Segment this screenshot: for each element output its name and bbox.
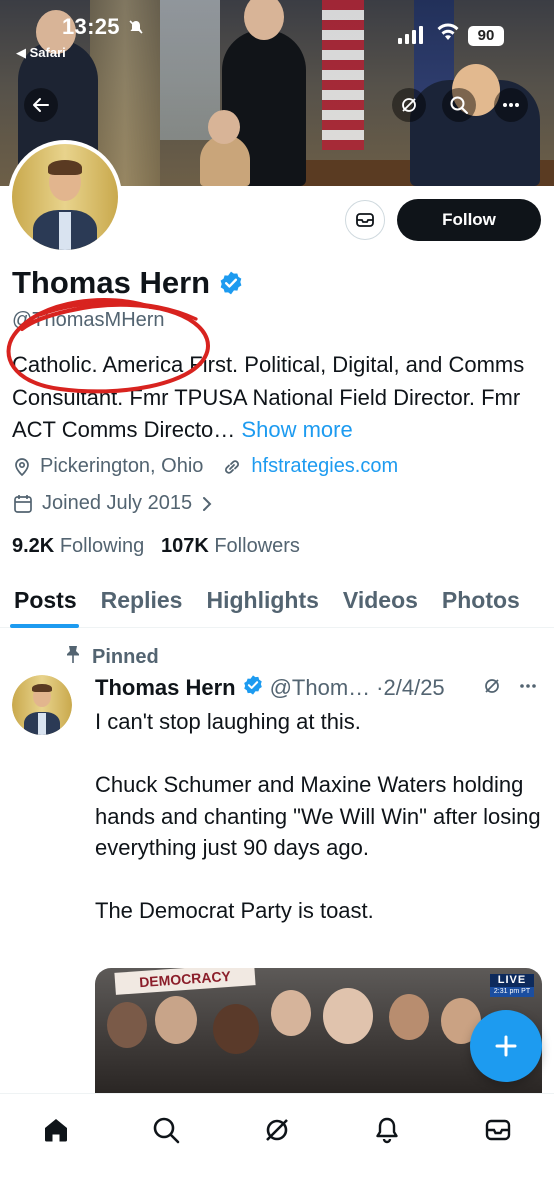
post-author-handle: @Thom…	[269, 675, 371, 700]
nav-notifications[interactable]	[367, 1110, 407, 1150]
tab-highlights[interactable]: Highlights	[194, 572, 330, 628]
location-pin-icon	[12, 457, 32, 477]
home-icon	[45, 1119, 67, 1142]
live-badge: LIVE 2:31 pm PT	[490, 974, 534, 997]
avatar-image	[12, 675, 72, 735]
media-sign: DEMOCRACY	[114, 968, 256, 995]
post-author-avatar[interactable]	[12, 675, 72, 735]
mute-bell-icon	[128, 19, 144, 38]
calendar-icon	[12, 493, 34, 515]
tab-photos[interactable]: Photos	[430, 572, 532, 628]
following-link[interactable]: 9.2K Following	[12, 535, 144, 557]
live-time: 2:31 pm PT	[490, 987, 534, 997]
followers-count: 107K	[160, 535, 209, 557]
back-to-safari-link[interactable]: ◀ Safari	[16, 45, 66, 61]
bottom-navigation	[0, 1093, 554, 1200]
banner-person-head	[208, 110, 240, 144]
show-more-link[interactable]: Show more	[241, 417, 352, 442]
battery-indicator: 90	[468, 26, 504, 46]
pin-icon	[64, 644, 82, 670]
following-count: 9.2K	[12, 535, 55, 557]
crowd-person	[323, 988, 373, 1044]
tab-posts[interactable]: Posts	[0, 572, 89, 628]
profile-avatar[interactable]	[8, 140, 122, 254]
grok-icon[interactable]	[482, 676, 502, 701]
mail-icon	[356, 213, 374, 227]
grok-button[interactable]	[392, 88, 426, 122]
profile-location: Pickerington, Ohio	[40, 455, 204, 477]
search-icon	[153, 1117, 180, 1144]
avatar-image	[12, 144, 118, 250]
live-label: LIVE	[497, 974, 527, 986]
profile-name: Thomas Hern	[12, 265, 211, 300]
more-button[interactable]	[494, 88, 528, 122]
post-header-actions	[482, 676, 538, 701]
profile-bio: Catholic. America First. Political, Digi…	[12, 349, 542, 447]
post-date: ·2/4/25	[376, 675, 445, 700]
grok-icon	[402, 98, 416, 112]
crowd-person	[155, 996, 197, 1044]
plus-icon	[495, 1035, 517, 1057]
nav-messages[interactable]	[478, 1110, 518, 1150]
post-header: Thomas Hern @Thom… ·2/4/25	[95, 674, 445, 702]
message-button[interactable]	[345, 200, 385, 240]
followers-link[interactable]: 107K Followers	[161, 535, 300, 557]
more-icon	[503, 103, 519, 107]
more-icon[interactable]	[518, 676, 538, 701]
profile-handle: @ThomasMHern	[12, 309, 165, 331]
verified-badge-icon[interactable]	[218, 270, 244, 296]
crowd-person	[107, 1002, 147, 1048]
profile-meta-location: Pickerington, Ohio hfstrategies.com	[12, 455, 398, 478]
profile-meta-joined[interactable]: Joined July 2015	[12, 492, 222, 515]
profile-website-link[interactable]: hfstrategies.com	[251, 455, 398, 478]
mail-icon	[485, 1119, 511, 1141]
profile-tabs: Posts Replies Highlights Videos Photos	[0, 572, 554, 628]
profile-counts: 9.2K Following 107K Followers	[12, 535, 300, 558]
profile-joined: Joined July 2015	[42, 492, 193, 514]
chevron-right-icon	[200, 496, 214, 512]
profile-name-row: Thomas Hern	[12, 265, 244, 301]
bell-icon	[376, 1117, 398, 1144]
post-author-name[interactable]: Thomas Hern	[95, 675, 236, 701]
crowd-person	[213, 1004, 259, 1054]
arrow-left-icon	[33, 98, 49, 112]
pinned-label: Pinned	[92, 645, 159, 668]
post-text: I can't stop laughing at this. Chuck Sch…	[95, 709, 541, 923]
tab-videos[interactable]: Videos	[331, 572, 430, 628]
link-icon	[221, 456, 243, 478]
search-button[interactable]	[442, 88, 476, 122]
follow-button[interactable]: Follow	[397, 199, 541, 241]
back-button[interactable]	[24, 88, 58, 122]
nav-search[interactable]	[146, 1110, 186, 1150]
pinned-indicator: Pinned	[64, 644, 159, 670]
verified-badge-icon	[242, 674, 264, 702]
tab-replies[interactable]: Replies	[89, 572, 195, 628]
search-icon	[450, 96, 468, 114]
cellular-signal-icon	[398, 26, 423, 44]
status-bar: 13:25 ◀ Safari 90	[0, 0, 554, 60]
nav-home[interactable]	[36, 1110, 76, 1150]
following-label: Following	[59, 535, 145, 557]
status-time: 13:25	[62, 14, 120, 39]
nav-grok[interactable]	[257, 1110, 297, 1150]
grok-icon	[266, 1119, 288, 1141]
compose-button[interactable]	[470, 1010, 542, 1082]
crowd-person	[271, 990, 311, 1036]
followers-label: Followers	[214, 535, 300, 557]
crowd-person	[389, 994, 429, 1040]
wifi-icon	[436, 22, 460, 47]
